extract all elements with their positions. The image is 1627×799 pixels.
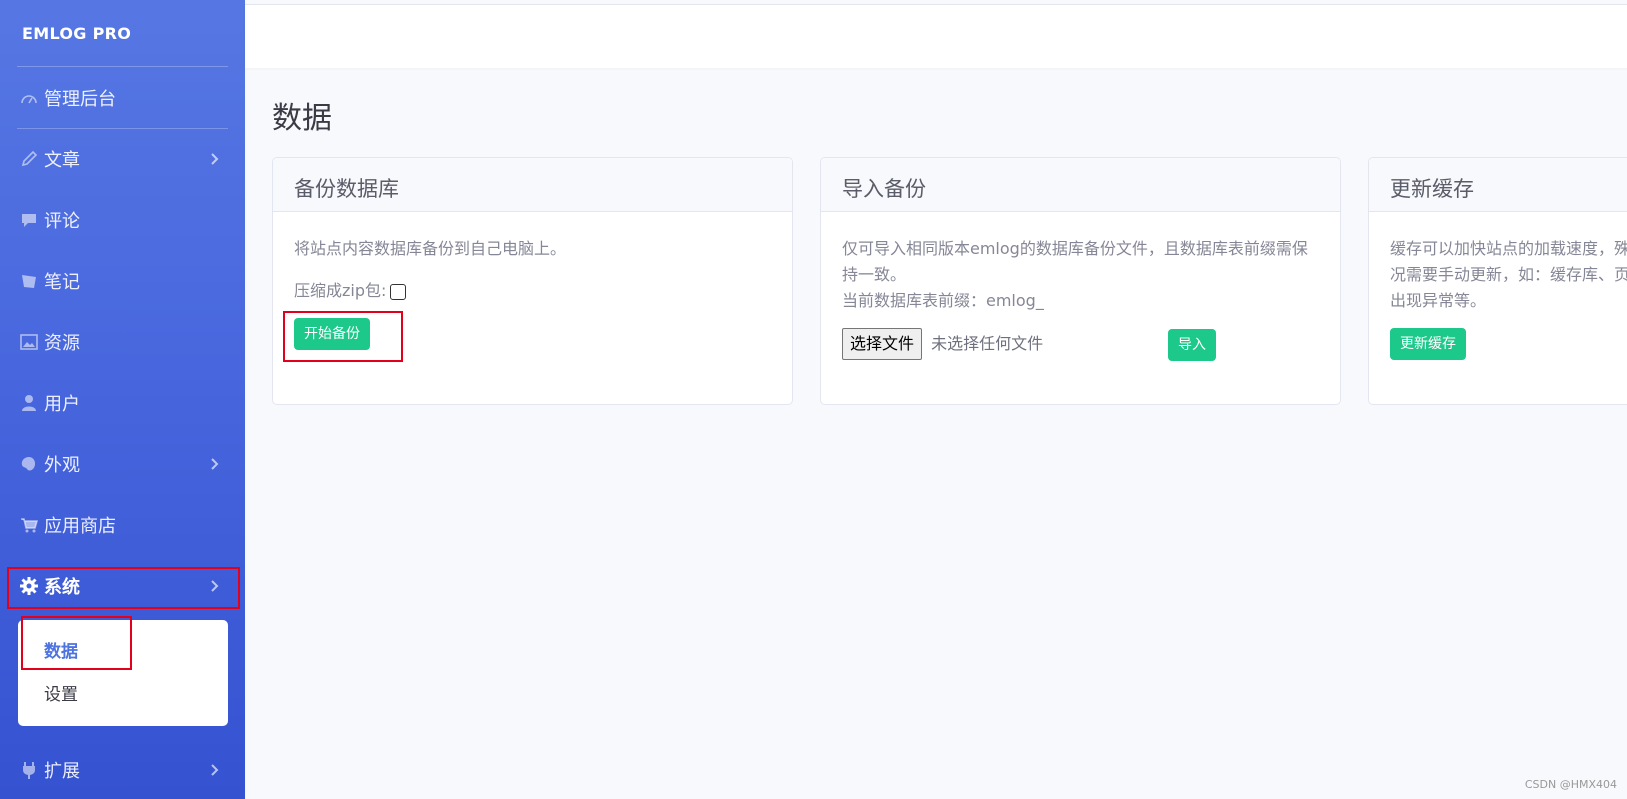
sticky-note-icon — [18, 271, 40, 291]
sidebar-item-dashboard[interactable]: 管理后台 — [0, 76, 245, 120]
chevron-right-icon — [205, 761, 223, 779]
submenu-item-settings[interactable]: 设置 — [44, 680, 78, 705]
image-icon — [18, 332, 40, 352]
submenu-item-data[interactable]: 数据 — [44, 637, 78, 662]
sidebar-item-label: 应用商店 — [44, 516, 116, 537]
sidebar-item-label: 管理后台 — [44, 89, 116, 110]
sidebar-item-extensions[interactable]: 扩展 — [0, 748, 245, 792]
chevron-right-icon — [205, 150, 223, 168]
sidebar-item-label: 扩展 — [44, 761, 80, 782]
sidebar-item-users[interactable]: 用户 — [0, 381, 245, 425]
sidebar-item-label: 外观 — [44, 455, 80, 476]
start-backup-button[interactable]: 开始备份 — [294, 318, 370, 350]
import-card: 导入备份 仅可导入相同版本emlog的数据库备份文件，且数据库表前缀需保持一致。… — [820, 157, 1341, 405]
sidebar-item-appearance[interactable]: 外观 — [0, 442, 245, 486]
import-button[interactable]: 导入 — [1168, 329, 1216, 361]
brand-logo[interactable]: EMLOG PRO — [22, 24, 131, 43]
zip-checkbox[interactable] — [390, 283, 407, 300]
page-title: 数据 — [272, 101, 332, 136]
gear-icon — [18, 576, 40, 596]
backup-card: 备份数据库 将站点内容数据库备份到自己电脑上。 压缩成zip包: 开始备份 — [272, 157, 793, 405]
sidebar-divider — [17, 128, 228, 129]
sidebar-item-system[interactable]: 系统 — [0, 564, 245, 608]
shopping-cart-icon — [18, 515, 40, 535]
sidebar-item-app-store[interactable]: 应用商店 — [0, 503, 245, 547]
cache-description: 缓存可以加快站点的加载速度，殊情况需要手动更新，如：缓存库、页面出现异常等。 — [1390, 239, 1627, 310]
chevron-right-icon — [205, 455, 223, 473]
sidebar-item-label: 文章 — [44, 150, 80, 171]
dashboard-gauge-icon — [18, 88, 40, 108]
cache-card: 更新缓存 缓存可以加快站点的加载速度，殊情况需要手动更新，如：缓存库、页面出现异… — [1368, 157, 1627, 405]
system-submenu: 数据 设置 — [18, 620, 228, 726]
sidebar-item-notes[interactable]: 笔记 — [0, 259, 245, 303]
sidebar-item-label: 用户 — [44, 394, 80, 415]
palette-icon — [18, 454, 40, 474]
card-title: 备份数据库 — [273, 158, 792, 212]
zip-label: 压缩成zip包: — [294, 281, 387, 300]
sidebar-item-label: 资源 — [44, 333, 80, 354]
watermark: CSDN @HMX404 — [1524, 778, 1617, 791]
table-prefix-info: 当前数据库表前缀：emlog_ — [842, 291, 1044, 310]
sidebar-item-label: 评论 — [44, 211, 80, 232]
topbar — [245, 4, 1627, 68]
sidebar-item-media[interactable]: 资源 — [0, 320, 245, 364]
file-status: 未选择任何文件 — [931, 334, 1044, 353]
pencil-icon — [18, 149, 40, 169]
sidebar-divider — [17, 66, 228, 67]
update-cache-button[interactable]: 更新缓存 — [1390, 328, 1466, 360]
user-icon — [18, 393, 40, 413]
sidebar: EMLOG PRO 管理后台 文章 评论 笔记 资源 用户 外观 应用商店 系统… — [0, 0, 245, 799]
plug-icon — [18, 760, 40, 780]
sidebar-item-label: 系统 — [44, 577, 80, 598]
card-title: 导入备份 — [821, 158, 1340, 212]
sidebar-item-articles[interactable]: 文章 — [0, 137, 245, 181]
card-title: 更新缓存 — [1369, 158, 1627, 212]
import-description: 仅可导入相同版本emlog的数据库备份文件，且数据库表前缀需保持一致。 — [842, 239, 1308, 284]
choose-file-button[interactable]: 选择文件 — [842, 328, 923, 360]
sidebar-item-comments[interactable]: 评论 — [0, 198, 245, 242]
comment-icon — [18, 210, 40, 230]
zip-option: 压缩成zip包: — [294, 278, 771, 304]
backup-description: 将站点内容数据库备份到自己电脑上。 — [294, 239, 567, 258]
sidebar-item-label: 笔记 — [44, 272, 80, 293]
chevron-right-icon — [205, 577, 223, 595]
